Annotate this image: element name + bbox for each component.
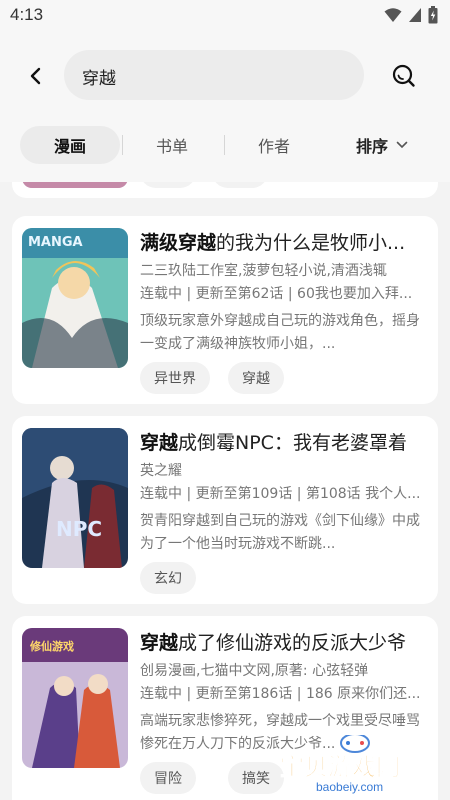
comic-status: 连载中 | 更新至第186话 | 186 原来你们还...	[140, 686, 421, 702]
comic-authors: 英之耀	[140, 463, 182, 479]
genre-tag[interactable]: 古风	[140, 182, 196, 188]
tab-authors[interactable]: 作者	[224, 126, 324, 164]
genre-tag[interactable]: 动作	[212, 182, 268, 188]
genre-tag[interactable]: 冒险	[140, 762, 196, 794]
search-header: 穿越	[0, 32, 450, 122]
watermark-logo: 宝贝游戏网 baobeiy.com	[280, 733, 430, 795]
svg-text:NPC: NPC	[56, 517, 102, 541]
result-card[interactable]: NPC 穿越成倒霉NPC：我有老婆罩着 英之耀 连载中 | 更新至第109话 |…	[12, 416, 438, 604]
category-tabs: 漫画 书单 作者 排序	[0, 122, 450, 182]
comic-cover	[22, 182, 128, 188]
comic-status: 连载中 | 更新至第109话 | 第108话 我个人...	[140, 486, 421, 502]
svg-text:MANGA: MANGA	[28, 235, 83, 250]
title-highlight: 穿越	[140, 432, 179, 454]
watermark-url: baobeiy.com	[316, 780, 383, 794]
comic-cover: MANGA	[22, 228, 128, 368]
genre-tag[interactable]: 玄幻	[140, 562, 196, 594]
search-input[interactable]: 穿越	[64, 50, 364, 100]
sort-label: 排序	[356, 137, 389, 156]
signal-icon	[409, 8, 421, 22]
comic-description: 贺青阳穿越到自己玩的游戏《剑下仙缘》中成为了一个他当时玩游戏不断跳...	[140, 513, 420, 552]
gamepad-icon	[340, 733, 370, 753]
watermark-text: 宝贝游戏网	[280, 753, 400, 781]
title-rest: 的我为什么是牧师小...	[216, 232, 406, 254]
genre-tag[interactable]: 异世界	[140, 362, 210, 394]
status-bar: 4:13	[0, 0, 450, 32]
tab-comics[interactable]: 漫画	[20, 126, 120, 164]
title-rest: 成倒霉NPC：我有老婆罩着	[178, 432, 407, 454]
title-highlight: 穿越	[140, 632, 179, 654]
genre-tag[interactable]: 穿越	[228, 362, 284, 394]
comic-cover: 修仙游戏	[22, 628, 128, 768]
search-button[interactable]	[390, 62, 418, 90]
comic-cover: NPC	[22, 428, 128, 568]
wifi-icon	[384, 8, 402, 22]
result-card[interactable]: MANGA 满级穿越的我为什么是牧师小... 二三玖陆工作室,菠萝包轻小说,清酒…	[12, 216, 438, 404]
svg-text:修仙游戏: 修仙游戏	[29, 639, 74, 653]
search-query: 穿越	[82, 69, 116, 89]
result-card[interactable]: 古风 动作	[12, 182, 438, 198]
search-results-screen: 4:13 穿越 漫画 书单 作者 排序 MANGA 满级穿越的我为什么是牧师小.…	[0, 0, 450, 800]
comic-authors: 创易漫画,七猫中文网,原著: 心弦轻弹	[140, 663, 369, 679]
search-icon	[392, 64, 415, 87]
back-arrow-icon	[30, 67, 41, 85]
comic-title[interactable]: 满级穿越的我为什么是牧师小...	[140, 228, 430, 255]
results-list: 古风 动作 MANGA 满级穿越的我为什么是牧师小... 二三玖陆工作室,菠萝包…	[0, 182, 450, 800]
comic-description: 顶级玩家意外穿越成自己玩的游戏角色，摇身一变成了满级神族牧师小姐，...	[140, 313, 420, 352]
title-highlight: 满级穿越	[140, 232, 217, 254]
comic-status: 连载中 | 更新至第62话 | 60我也要加入拜...	[140, 286, 413, 302]
genre-tag[interactable]: 搞笑	[228, 762, 284, 794]
status-time: 4:13	[10, 5, 44, 24]
sort-dropdown[interactable]: 排序	[356, 126, 408, 164]
comic-authors: 二三玖陆工作室,菠萝包轻小说,清酒浅辄	[140, 263, 387, 279]
tab-booklists[interactable]: 书单	[122, 126, 222, 164]
title-rest: 成了修仙游戏的反派大少爷	[178, 632, 407, 654]
comic-title[interactable]: 穿越成倒霉NPC：我有老婆罩着	[140, 428, 430, 455]
comic-title[interactable]: 穿越成了修仙游戏的反派大少爷	[140, 628, 430, 655]
status-icons	[384, 6, 438, 24]
battery-icon	[428, 6, 438, 24]
chevron-down-icon	[396, 141, 408, 149]
back-button[interactable]	[20, 60, 52, 92]
